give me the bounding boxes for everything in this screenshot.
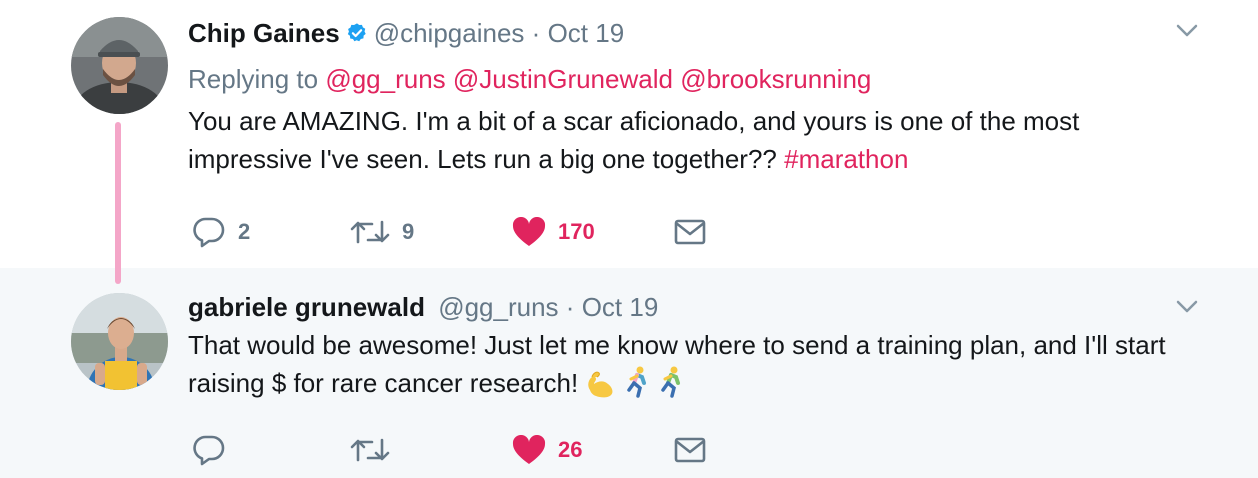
reply-button[interactable]: 2 bbox=[192, 214, 250, 250]
avatar-chip-gaines[interactable] bbox=[71, 17, 168, 114]
tweet-date[interactable]: Oct 19 bbox=[548, 18, 625, 48]
reply-icon bbox=[193, 435, 225, 466]
verified-badge-icon bbox=[347, 23, 366, 42]
chevron-down-icon[interactable] bbox=[1176, 300, 1198, 314]
person-running-icon bbox=[658, 366, 686, 408]
replying-to-label: Replying to bbox=[188, 64, 319, 94]
like-count: 170 bbox=[558, 219, 595, 244]
header-separator: · bbox=[531, 18, 541, 48]
like-button[interactable]: 170 bbox=[512, 214, 595, 250]
like-count: 26 bbox=[558, 437, 583, 462]
tweet-gabriele-grunewald[interactable]: gabriele grunewald @gg_runs · Oct 19 Tha… bbox=[0, 268, 1258, 478]
reply-icon bbox=[193, 217, 225, 248]
like-button[interactable]: 26 bbox=[512, 432, 582, 468]
tweet-text: You are AMAZING. I'm a bit of a scar afi… bbox=[188, 102, 1198, 178]
reply-count: 2 bbox=[238, 219, 251, 244]
envelope-icon bbox=[674, 219, 706, 245]
retweet-count: 9 bbox=[402, 219, 415, 244]
flexed-biceps-icon bbox=[584, 368, 618, 408]
reply-button[interactable] bbox=[192, 432, 226, 468]
tweet-chip-gaines[interactable]: Chip Gaines @chipgaines · Oct 19 Replying… bbox=[0, 0, 1258, 284]
mention-link[interactable]: @brooksrunning bbox=[680, 64, 871, 94]
person-running-icon bbox=[624, 366, 652, 408]
author-handle[interactable]: @chipgaines bbox=[374, 18, 525, 48]
heart-icon bbox=[512, 217, 546, 246]
author-name[interactable]: Chip Gaines bbox=[188, 18, 340, 48]
mention-link[interactable]: @JustinGrunewald bbox=[453, 64, 673, 94]
thread-connector-line bbox=[115, 122, 121, 284]
avatar-gabriele-grunewald[interactable] bbox=[71, 293, 168, 390]
tweet-body: You are AMAZING. I'm a bit of a scar afi… bbox=[188, 106, 1080, 174]
retweet-button[interactable]: 9 bbox=[350, 214, 414, 250]
hashtag-link[interactable]: #marathon bbox=[784, 144, 908, 174]
replying-to: Replying to @gg_runs @JustinGrunewald @b… bbox=[188, 62, 1198, 96]
header-separator: · bbox=[565, 292, 575, 322]
chevron-down-icon[interactable] bbox=[1176, 24, 1198, 38]
tweet-date[interactable]: Oct 19 bbox=[582, 292, 659, 322]
tweet-text: That would be awesome! Just let me know … bbox=[188, 326, 1198, 408]
mention-link[interactable]: @gg_runs bbox=[325, 64, 445, 94]
retweet-icon bbox=[350, 438, 390, 462]
retweet-icon bbox=[350, 220, 390, 244]
direct-message-button[interactable] bbox=[674, 432, 706, 468]
author-name[interactable]: gabriele grunewald bbox=[188, 292, 425, 322]
heart-icon bbox=[512, 435, 546, 464]
author-handle[interactable]: @gg_runs bbox=[438, 292, 558, 322]
direct-message-button[interactable] bbox=[674, 214, 706, 250]
envelope-icon bbox=[674, 437, 706, 463]
retweet-button[interactable] bbox=[350, 432, 390, 468]
